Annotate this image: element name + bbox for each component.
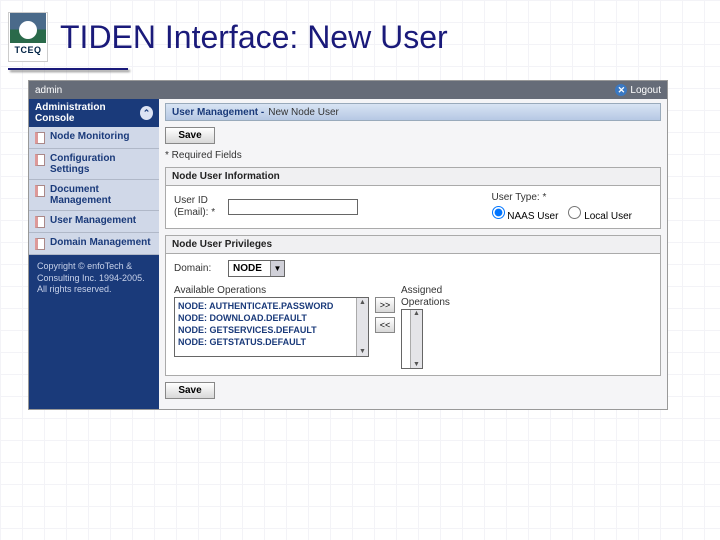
sidebar-item-configuration-settings[interactable]: Configuration Settings [29,149,159,180]
assigned-ops-label: Assigned Operations [401,285,461,309]
tceq-logo: TCEQ [8,12,48,62]
user-id-input[interactable] [228,199,358,215]
scroll-down-icon[interactable]: ▼ [413,361,420,368]
logout-link[interactable]: ✕ Logout [615,84,661,96]
scroll-down-icon[interactable]: ▼ [359,347,366,356]
available-ops-label: Available Operations [174,285,369,297]
chevron-up-icon[interactable]: ⌃ [140,106,153,120]
save-button-bottom[interactable]: Save [165,382,215,399]
sidebar-item-document-management[interactable]: Document Management [29,180,159,211]
section-header-user-info: Node User Information [166,168,660,186]
page-banner: User Management - New Node User [165,103,661,121]
section-header-privileges: Node User Privileges [166,236,660,254]
list-item[interactable]: NODE: GETSTATUS.DEFAULT [178,336,365,348]
topbar: admin ✕ Logout [29,81,667,99]
list-item[interactable]: NODE: AUTHENTICATE.PASSWORD [178,300,365,312]
logo-text: TCEQ [14,45,41,55]
doc-icon [35,185,45,197]
privileges-section: Node User Privileges Domain: NODE ▼ Avai… [165,235,661,376]
content-pane: User Management - New Node User Save * R… [159,99,667,409]
app-window: admin ✕ Logout Administration Console ⌃ … [28,80,668,410]
domain-label: Domain: [174,263,224,275]
list-item[interactable]: NODE: GETSERVICES.DEFAULT [178,324,365,336]
domain-select[interactable]: NODE ▼ [228,260,285,277]
page-title: TIDEN Interface: New User [60,19,448,56]
radio-local-user[interactable]: Local User [568,206,632,222]
logout-label: Logout [630,85,661,96]
sidebar-header[interactable]: Administration Console ⌃ [29,99,159,127]
close-icon: ✕ [615,84,627,96]
move-right-button[interactable]: >> [375,297,395,313]
scroll-up-icon[interactable]: ▲ [359,298,366,307]
doc-icon [35,238,45,250]
sidebar-footer: Copyright © enfoTech & Consulting Inc. 1… [29,255,159,409]
title-underline [8,68,128,70]
scrollbar[interactable]: ▲▼ [356,298,368,356]
sidebar: Administration Console ⌃ Node Monitoring… [29,99,159,409]
list-item[interactable]: NODE: DOWNLOAD.DEFAULT [178,312,365,324]
user-info-section: Node User Information User ID (Email): *… [165,167,661,229]
chevron-down-icon: ▼ [270,261,284,276]
move-left-button[interactable]: << [375,317,395,333]
required-note: * Required Fields [165,150,661,161]
radio-naas-user[interactable]: NAAS User [492,206,559,222]
available-ops-listbox[interactable]: NODE: AUTHENTICATE.PASSWORD NODE: DOWNLO… [174,297,369,357]
scrollbar[interactable]: ▲▼ [410,310,422,368]
save-button[interactable]: Save [165,127,215,144]
assigned-ops-listbox[interactable]: ▲▼ [401,309,423,369]
sidebar-item-user-management[interactable]: User Management [29,211,159,233]
doc-icon [35,154,45,166]
doc-icon [35,216,45,228]
current-user: admin [35,85,62,96]
user-type-label: User Type: * [492,192,633,204]
scroll-up-icon[interactable]: ▲ [413,310,420,317]
sidebar-item-domain-management[interactable]: Domain Management [29,233,159,255]
sidebar-item-node-monitoring[interactable]: Node Monitoring [29,127,159,149]
doc-icon [35,132,45,144]
user-id-label: User ID (Email): * [174,195,224,219]
